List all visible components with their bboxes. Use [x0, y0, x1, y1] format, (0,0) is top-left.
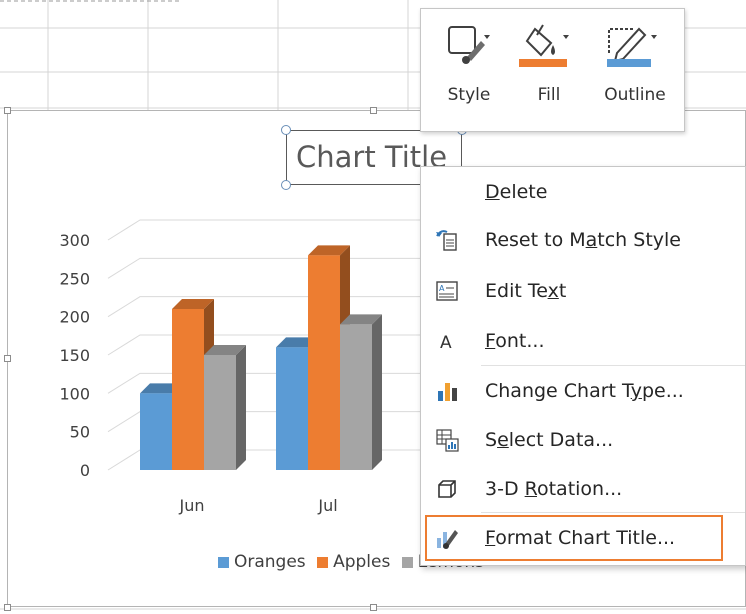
format-mini-toolbar: Style Fill Outline	[420, 8, 685, 132]
fill-label: Fill	[537, 85, 561, 105]
style-brush-icon	[448, 26, 490, 64]
font-icon: A	[440, 333, 452, 353]
menu-label-rotation-post: otation...	[536, 478, 623, 500]
menu-label-font-post: ont...	[495, 330, 545, 352]
menu-label-edit-pre: Edit Te	[485, 280, 548, 302]
legend-item-oranges: Oranges	[218, 552, 306, 572]
y-tick-label: 250	[59, 269, 90, 288]
style-button[interactable]: Style	[429, 9, 509, 129]
bar-apples-jun	[172, 309, 204, 470]
title-handle-bl[interactable]	[281, 180, 291, 190]
menu-separator	[481, 512, 745, 513]
menu-item-3d-rotation[interactable]: 3-D Rotation...	[421, 466, 745, 512]
menu-label-select-post: lect Data...	[508, 429, 614, 451]
menu-label-select-pre: S	[485, 429, 498, 451]
menu-item-select-data[interactable]: Select Data...	[421, 417, 745, 463]
outline-label: Outline	[604, 85, 666, 105]
legend-label-oranges: Oranges	[234, 552, 306, 572]
menu-separator	[481, 365, 745, 366]
bar-oranges-jul	[276, 347, 308, 470]
legend-swatch-lemons	[401, 556, 413, 568]
bar-apples-jul	[308, 255, 340, 470]
menu-label-format-key: F	[485, 527, 496, 549]
menu-item-reset-style[interactable]: Reset to Match Style	[421, 217, 745, 263]
menu-label-format-post: ormat Chart Title...	[495, 527, 676, 549]
menu-label-format-title: Format Chart Title...	[485, 527, 675, 549]
menu-label-select-key: e	[497, 429, 509, 451]
legend-swatch-oranges	[218, 556, 229, 568]
svg-text:A: A	[439, 284, 445, 293]
menu-label-change-post: pe...	[641, 380, 684, 402]
x-category-label: Jun	[179, 496, 205, 515]
style-label: Style	[447, 85, 491, 105]
menu-label-font: Font...	[485, 330, 545, 352]
y-tick-label: 50	[70, 423, 90, 442]
y-tick-label: 200	[59, 308, 90, 327]
menu-item-change-chart-type[interactable]: Change Chart Type...	[421, 368, 745, 414]
menu-label-reset-key: a	[585, 229, 598, 251]
menu-item-format-chart-title[interactable]: Format Chart Title...	[425, 515, 723, 561]
paint-bucket-icon	[519, 24, 569, 67]
menu-label-edit-key: x	[547, 280, 559, 302]
menu-label-change-key: y	[630, 380, 642, 402]
menu-label-delete-key: D	[485, 181, 500, 203]
cube-icon	[438, 480, 456, 498]
chart-title-context-menu: Delete Reset to Match Style A Edit Text …	[420, 166, 746, 566]
menu-label-delete: Delete	[485, 181, 547, 203]
edit-text-icon: A	[436, 281, 458, 301]
menu-label-font-key: F	[485, 330, 496, 352]
title-handle-tl[interactable]	[281, 125, 291, 135]
y-tick-label: 100	[59, 384, 90, 403]
menu-label-rotation-pre: 3-D	[485, 478, 525, 500]
reset-style-icon	[436, 230, 457, 251]
pen-outline-icon	[607, 27, 657, 67]
menu-label-reset-post: tch Style	[597, 229, 681, 251]
legend-item-apples: Apples	[317, 552, 390, 572]
bar-chart-icon	[438, 383, 457, 401]
menu-label-select-data: Select Data...	[485, 429, 613, 451]
menu-label-change-pre: Change Chart T	[485, 380, 631, 402]
bar-lemons-jul	[340, 324, 372, 470]
menu-label-reset-pre: Reset to M	[485, 229, 586, 251]
bar-lemons-jun	[204, 355, 236, 470]
fill-button[interactable]: Fill	[513, 9, 585, 129]
menu-item-edit-text[interactable]: A Edit Text	[421, 268, 745, 314]
x-category-label: Jul	[317, 496, 337, 515]
format-shape-icon	[437, 530, 458, 549]
y-tick-label: 150	[59, 346, 90, 365]
y-tick-label: 300	[59, 231, 90, 250]
legend-label-apples: Apples	[333, 552, 391, 572]
menu-label-rotation: 3-D Rotation...	[485, 478, 622, 500]
menu-label-change-type: Change Chart Type...	[485, 380, 684, 402]
menu-item-font[interactable]: A Font...	[421, 318, 745, 364]
menu-item-delete[interactable]: Delete	[421, 169, 745, 215]
bar-oranges-jun	[140, 393, 172, 470]
menu-label-rotation-key: R	[524, 478, 537, 500]
menu-label-edit-post: t	[558, 280, 567, 302]
bar-side	[236, 345, 246, 470]
y-tick-label: 0	[80, 461, 90, 480]
menu-label-reset-style: Reset to Match Style	[485, 229, 681, 251]
bar-side	[372, 314, 382, 470]
menu-label-delete-post: elete	[499, 181, 548, 203]
legend-swatch-apples	[317, 556, 329, 568]
svg-text:A: A	[440, 333, 452, 353]
menu-label-edit-text: Edit Text	[485, 280, 566, 302]
outline-button[interactable]: Outline	[589, 9, 681, 129]
select-data-icon	[436, 429, 459, 452]
